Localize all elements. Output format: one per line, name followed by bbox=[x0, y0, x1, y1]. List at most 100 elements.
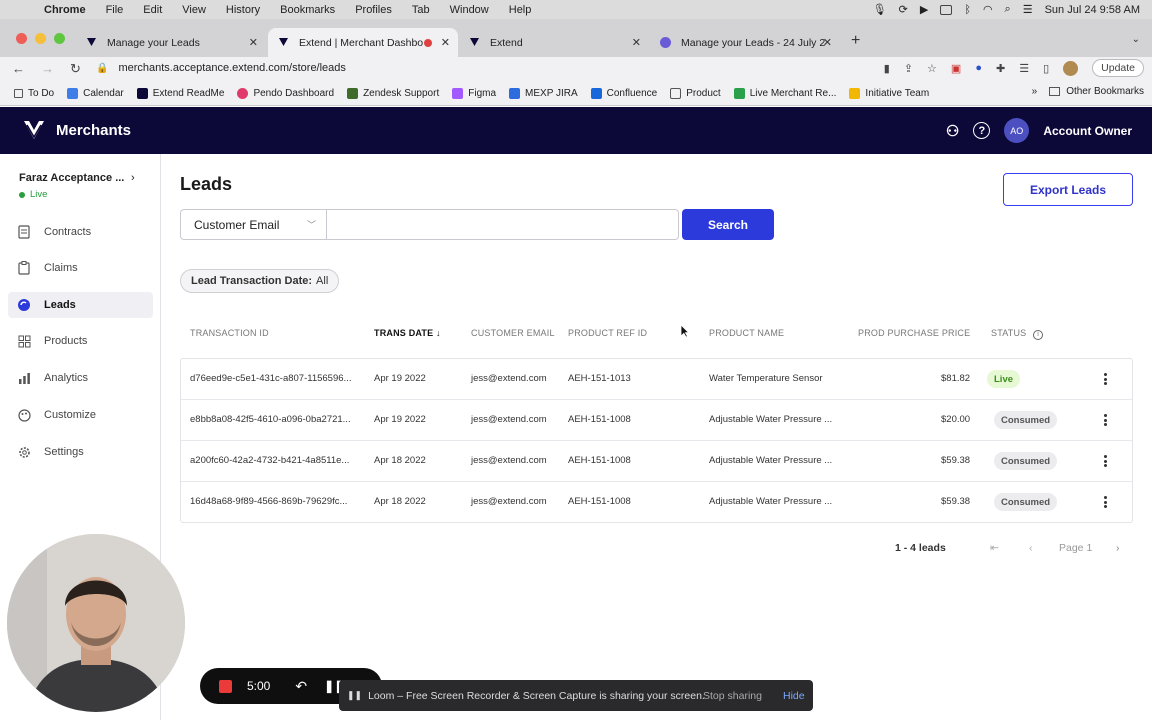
update-button[interactable]: Update bbox=[1092, 59, 1144, 77]
column-header-price[interactable]: PROD PURCHASE PRICE bbox=[858, 328, 970, 338]
bookmark[interactable]: Product bbox=[670, 87, 721, 99]
search-button[interactable]: Search bbox=[682, 209, 774, 240]
bookmark[interactable]: Zendesk Support bbox=[347, 87, 439, 99]
help-icon[interactable]: ? bbox=[973, 122, 991, 139]
close-tab-icon[interactable]: ✕ bbox=[823, 36, 832, 49]
table-row[interactable]: a200fc60-42a2-4732-b421-4a8511e... Apr 1… bbox=[181, 441, 1132, 482]
account-name[interactable]: Account Owner bbox=[1043, 124, 1132, 138]
sidebar-item-products[interactable]: Products bbox=[8, 328, 153, 354]
export-leads-button[interactable]: Export Leads bbox=[1003, 173, 1133, 206]
search-icon[interactable]: ⌕ bbox=[1005, 3, 1011, 16]
user-settings-icon[interactable]: ⚇ bbox=[946, 122, 959, 140]
other-bookmarks[interactable]: Other Bookmarks bbox=[1066, 86, 1144, 97]
info-icon[interactable]: i bbox=[1033, 329, 1044, 340]
play-icon[interactable]: ▶ bbox=[920, 3, 928, 16]
close-window-icon[interactable] bbox=[16, 33, 27, 44]
bookmark[interactable]: Confluence bbox=[590, 87, 657, 99]
tab-search-icon[interactable]: ⌄ bbox=[1132, 34, 1140, 45]
stop-recording-icon[interactable] bbox=[219, 679, 232, 693]
row-menu-icon[interactable] bbox=[1099, 412, 1111, 428]
bookmark[interactable]: To Do bbox=[14, 88, 54, 99]
table-row[interactable]: e8bb8a08-42f5-4610-a096-0ba2721... Apr 1… bbox=[181, 400, 1132, 441]
date-filter-chip[interactable]: Lead Transaction Date: All bbox=[180, 269, 340, 293]
close-tab-icon[interactable]: ✕ bbox=[441, 36, 450, 49]
sidebar-item-leads[interactable]: Leads bbox=[8, 292, 153, 318]
bookmark[interactable]: Figma bbox=[452, 87, 496, 99]
browser-tab[interactable]: Extend ✕ bbox=[459, 28, 649, 57]
bluetooth-icon[interactable]: ᛒ bbox=[964, 4, 971, 16]
close-tab-icon[interactable]: ✕ bbox=[249, 36, 258, 49]
menu-profiles[interactable]: Profiles bbox=[355, 4, 392, 16]
menu-help[interactable]: Help bbox=[509, 4, 532, 16]
browser-tab[interactable]: Manage your Leads - 24 July 2 ✕ bbox=[650, 28, 840, 57]
next-page-icon[interactable]: › bbox=[1116, 542, 1120, 554]
sidebar-item-settings[interactable]: Settings bbox=[8, 439, 153, 465]
bookmark[interactable]: Pendo Dashboard bbox=[237, 87, 334, 99]
webcam-bubble[interactable] bbox=[7, 534, 185, 712]
brand-logo[interactable]: Merchants bbox=[22, 119, 131, 143]
menu-app[interactable]: Chrome bbox=[44, 4, 86, 16]
wifi-icon[interactable]: ◠ bbox=[983, 3, 993, 16]
table-row[interactable]: 16d48a68-9f89-4566-869b-79629fc... Apr 1… bbox=[181, 482, 1132, 523]
hide-button[interactable]: Hide bbox=[783, 690, 805, 702]
menu-edit[interactable]: Edit bbox=[143, 4, 162, 16]
menu-view[interactable]: View bbox=[182, 4, 206, 16]
minimize-window-icon[interactable] bbox=[35, 33, 46, 44]
bookmark[interactable]: MEXP JIRA bbox=[509, 87, 578, 99]
address-bar[interactable]: 🔒 merchants.acceptance.extend.com/store/… bbox=[86, 57, 836, 79]
undo-icon[interactable]: ↶ bbox=[295, 678, 307, 695]
sidebar-item-claims[interactable]: Claims bbox=[8, 255, 153, 281]
control-center-icon[interactable]: ☰ bbox=[1023, 3, 1033, 16]
sidebar-item-contracts[interactable]: Contracts bbox=[8, 219, 153, 245]
sync-icon[interactable]: ⟳ bbox=[899, 3, 908, 16]
row-menu-icon[interactable] bbox=[1099, 371, 1111, 387]
profile-avatar[interactable] bbox=[1063, 60, 1079, 76]
close-tab-icon[interactable]: ✕ bbox=[632, 36, 641, 49]
more-bookmarks-icon[interactable]: » bbox=[1032, 86, 1038, 97]
column-header-product-name[interactable]: PRODUCT NAME bbox=[709, 328, 784, 338]
menu-tab[interactable]: Tab bbox=[412, 4, 430, 16]
search-field-select[interactable]: Customer Email ﹀ bbox=[180, 209, 327, 240]
menu-window[interactable]: Window bbox=[450, 4, 489, 16]
browser-tab[interactable]: Manage your Leads ✕ bbox=[76, 28, 266, 57]
puzzle-icon[interactable]: ✚ bbox=[996, 62, 1005, 75]
row-menu-icon[interactable] bbox=[1099, 494, 1111, 510]
previous-page-icon[interactable]: ‹ bbox=[1029, 542, 1033, 554]
column-header-customer-email[interactable]: CUSTOMER EMAIL bbox=[471, 328, 555, 338]
stop-sharing-button[interactable]: Stop sharing bbox=[703, 690, 762, 702]
forward-icon[interactable]: → bbox=[41, 61, 54, 77]
back-icon[interactable]: ← bbox=[12, 61, 25, 77]
side-panel-icon[interactable]: ▯ bbox=[1043, 62, 1049, 75]
microphone-icon[interactable]: 🎙 bbox=[873, 3, 887, 16]
column-header-trans-date[interactable]: TRANS DATE ↓ bbox=[374, 328, 441, 338]
menu-file[interactable]: File bbox=[106, 4, 124, 16]
first-page-icon[interactable]: ⇤ bbox=[990, 542, 999, 554]
menu-history[interactable]: History bbox=[226, 4, 260, 16]
column-header-status[interactable]: STATUS i bbox=[991, 328, 1044, 340]
camera-icon[interactable]: ▮ bbox=[884, 62, 890, 75]
new-tab-icon[interactable]: + bbox=[851, 32, 860, 50]
battery-icon[interactable] bbox=[940, 4, 953, 15]
bookmark[interactable]: Initiative Team bbox=[849, 87, 929, 99]
menu-bookmarks[interactable]: Bookmarks bbox=[280, 4, 335, 16]
sidebar-item-customize[interactable]: Customize bbox=[8, 402, 153, 428]
share-icon[interactable]: ⇪ bbox=[904, 62, 913, 75]
extension-icon[interactable]: ● bbox=[975, 62, 982, 74]
reading-list-icon[interactable]: ☰ bbox=[1019, 62, 1029, 75]
clock[interactable]: Sun Jul 24 9:58 AM bbox=[1045, 4, 1140, 16]
bookmark[interactable]: Live Merchant Re... bbox=[733, 87, 836, 99]
search-input[interactable] bbox=[326, 209, 679, 240]
column-header-transaction-id[interactable]: TRANSACTION ID bbox=[190, 328, 269, 338]
column-header-product-ref-id[interactable]: PRODUCT REF ID bbox=[568, 328, 647, 338]
store-selector[interactable]: Faraz Acceptance ... › bbox=[19, 172, 135, 184]
table-row[interactable]: d76eed9e-c5e1-431c-a807-1156596... Apr 1… bbox=[181, 359, 1132, 400]
reload-icon[interactable]: ↻ bbox=[70, 61, 81, 77]
maximize-window-icon[interactable] bbox=[54, 33, 65, 44]
extension-icon[interactable]: ▣ bbox=[951, 62, 961, 75]
bookmark[interactable]: Extend ReadMe bbox=[136, 87, 224, 99]
bookmark[interactable]: Calendar bbox=[67, 87, 124, 99]
row-menu-icon[interactable] bbox=[1099, 453, 1111, 469]
sidebar-item-analytics[interactable]: Analytics bbox=[8, 365, 153, 391]
avatar[interactable]: AO bbox=[1004, 118, 1030, 143]
star-icon[interactable]: ☆ bbox=[927, 62, 937, 75]
